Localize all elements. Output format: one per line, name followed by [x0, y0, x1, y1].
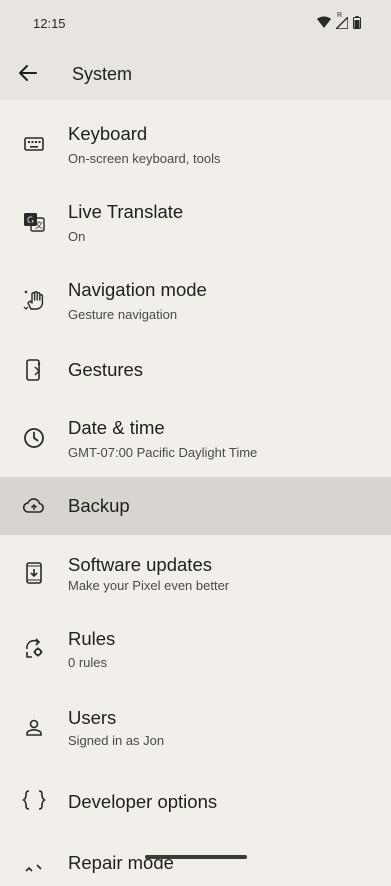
item-title: Live Translate	[68, 201, 184, 222]
status-icons: R	[317, 12, 361, 30]
item-title: Developer options	[68, 791, 218, 812]
list-item-software-updates[interactable]: Software updates Make your Pixel even be…	[0, 537, 391, 609]
status-time: 12:15	[33, 16, 66, 31]
phone-gesture-icon	[22, 358, 46, 382]
cloud-upload-icon	[22, 494, 46, 518]
list-item-gestures[interactable]: Gestures	[0, 342, 391, 398]
list-item-rules[interactable]: Rules 0 rules	[0, 612, 391, 684]
list-item-navigation-mode[interactable]: Navigation mode Gesture navigation	[0, 264, 391, 336]
item-subtitle: GMT-07:00 Pacific Daylight Time	[68, 445, 258, 460]
item-title: Navigation mode	[68, 279, 207, 300]
list-item-users[interactable]: Users Signed in as Jon	[0, 690, 391, 762]
item-title: Backup	[68, 495, 130, 516]
item-title: Gestures	[68, 359, 144, 380]
app-bar: System	[0, 46, 391, 100]
item-subtitle: On	[68, 229, 86, 244]
clock-icon	[22, 426, 46, 450]
item-title: Software updates	[68, 554, 212, 575]
item-title: Keyboard	[68, 123, 148, 144]
list-item-backup[interactable]: Backup	[0, 477, 391, 535]
item-title: Rules	[68, 628, 116, 649]
item-subtitle: Signed in as Jon	[68, 733, 165, 748]
item-title: Date & time	[68, 417, 165, 438]
live-translate-icon: G 文	[22, 210, 46, 234]
gesture-hand-icon	[22, 288, 46, 312]
status-bar: 12:15 R	[0, 0, 391, 46]
list-item-developer-options[interactable]: Developer options	[0, 774, 391, 830]
list-item-repair-mode[interactable]: Repair mode	[0, 846, 391, 886]
item-subtitle: Make your Pixel even better	[68, 578, 230, 593]
item-title: Users	[68, 707, 117, 728]
battery-icon	[353, 15, 361, 29]
arrow-back-icon	[19, 65, 37, 81]
list-item-date-time[interactable]: Date & time GMT-07:00 Pacific Daylight T…	[0, 402, 391, 474]
page-title: System	[72, 64, 133, 84]
cell-signal-icon: R	[334, 12, 349, 30]
list-item-keyboard[interactable]: Keyboard On-screen keyboard, tools	[0, 108, 391, 180]
item-subtitle: 0 rules	[68, 655, 108, 670]
back-button[interactable]	[14, 59, 42, 87]
list-item-live-translate[interactable]: G 文 Live Translate On	[0, 186, 391, 258]
rules-icon	[22, 636, 46, 660]
wifi-icon	[317, 16, 331, 28]
svg-text:文: 文	[35, 220, 43, 230]
item-subtitle: On-screen keyboard, tools	[68, 151, 221, 166]
home-indicator[interactable]	[145, 855, 247, 859]
system-update-icon	[22, 561, 46, 585]
item-subtitle: Gesture navigation	[68, 307, 178, 322]
braces-icon	[22, 788, 46, 812]
keyboard-icon	[22, 132, 46, 156]
person-icon	[22, 716, 46, 740]
repair-icon	[22, 860, 46, 884]
roaming-badge: R	[337, 12, 343, 19]
